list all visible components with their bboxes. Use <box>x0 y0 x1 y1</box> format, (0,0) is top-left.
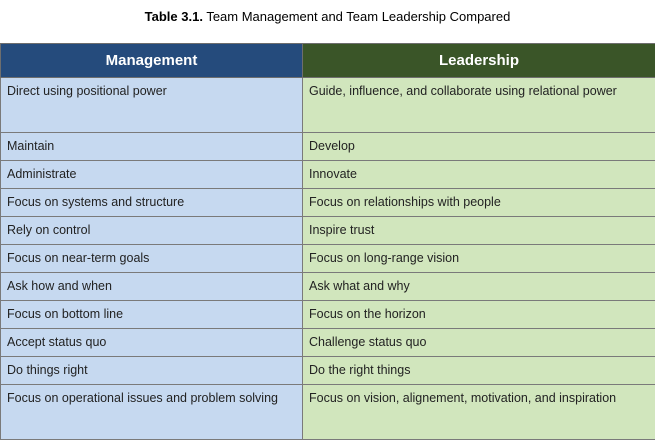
leadership-cell: Ask what and why <box>302 272 655 301</box>
management-cell: Accept status quo <box>0 328 303 357</box>
table-row: Rely on control Inspire trust <box>0 216 655 245</box>
leadership-cell: Develop <box>302 132 655 161</box>
leadership-cell: Challenge status quo <box>302 328 655 357</box>
caption-label: Table 3.1. <box>144 9 203 24</box>
table-row: Ask how and when Ask what and why <box>0 272 655 301</box>
management-cell: Focus on bottom line <box>0 300 303 329</box>
management-cell: Ask how and when <box>0 272 303 301</box>
leadership-cell: Innovate <box>302 160 655 189</box>
management-cell: Administrate <box>0 160 303 189</box>
leadership-cell: Focus on the horizon <box>302 300 655 329</box>
management-cell: Focus on operational issues and problem … <box>0 384 303 440</box>
table-caption: Table 3.1. Team Management and Team Lead… <box>0 6 655 28</box>
leadership-cell: Inspire trust <box>302 216 655 245</box>
management-cell: Direct using positional power <box>0 77 303 133</box>
table-row: Direct using positional power Guide, inf… <box>0 77 655 133</box>
management-cell: Focus on systems and structure <box>0 188 303 217</box>
caption-text: Team Management and Team Leadership Comp… <box>202 9 511 24</box>
table-row: Administrate Innovate <box>0 160 655 189</box>
leadership-header: Leadership <box>302 43 655 78</box>
table-row: Accept status quo Challenge status quo <box>0 328 655 357</box>
management-cell: Focus on near-term goals <box>0 244 303 273</box>
leadership-cell: Do the right things <box>302 356 655 385</box>
table-row: Focus on bottom line Focus on the horizo… <box>0 300 655 329</box>
leadership-cell: Guide, influence, and collaborate using … <box>302 77 655 133</box>
management-cell: Rely on control <box>0 216 303 245</box>
management-header: Management <box>0 43 303 78</box>
leadership-cell: Focus on relationships with people <box>302 188 655 217</box>
leadership-cell: Focus on vision, alignement, motivation,… <box>302 384 655 440</box>
management-cell: Maintain <box>0 132 303 161</box>
table-row: Focus on near-term goals Focus on long-r… <box>0 244 655 273</box>
table-row: Focus on systems and structure Focus on … <box>0 188 655 217</box>
comparison-table: Management Leadership Direct using posit… <box>0 43 655 440</box>
header-row: Management Leadership <box>0 43 655 78</box>
management-cell: Do things right <box>0 356 303 385</box>
table-row: Do things right Do the right things <box>0 356 655 385</box>
table-row: Maintain Develop <box>0 132 655 161</box>
table-row: Focus on operational issues and problem … <box>0 384 655 440</box>
leadership-cell: Focus on long-range vision <box>302 244 655 273</box>
